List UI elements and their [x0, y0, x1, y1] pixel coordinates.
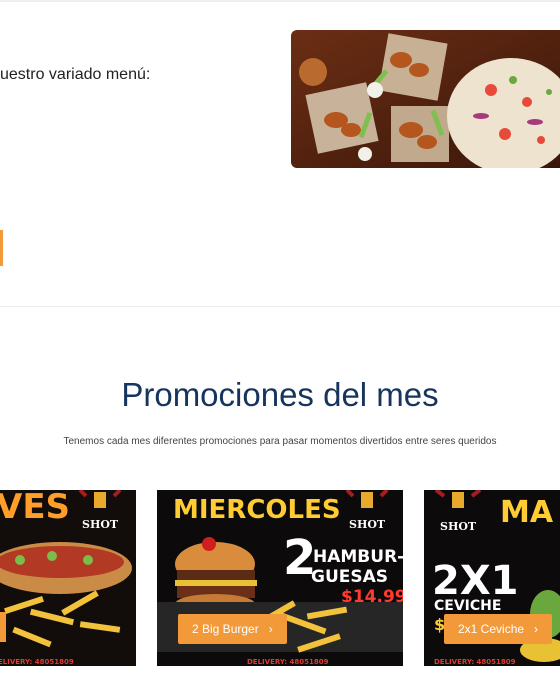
promotions-title: Promociones del mes [121, 376, 439, 413]
menu-intro-text: uestro variado menú: [0, 66, 151, 83]
promo-line-2: GUESAS [311, 567, 388, 587]
menu-food-image [291, 30, 560, 168]
brand-shot: SHOT [82, 518, 119, 531]
promotions-subtitle: Tenemos cada mes diferentes promociones … [63, 436, 497, 447]
promo-card-miercoles[interactable]: MIERCOLES SHOT 2 HAMBUR- GUESAS $14.99 D… [157, 490, 403, 666]
chevron-right-icon: › [268, 622, 273, 636]
card-delivery-footer: DELIVERY: 48051809 [247, 658, 329, 666]
promo-line-1: CEVICHE [434, 598, 501, 614]
card-delivery-footer: DELIVERY: 48051809 [434, 658, 516, 666]
promo-button-2x1-ceviche[interactable]: 2x1 Ceviche › [444, 614, 553, 644]
card-headline: MA [500, 495, 554, 530]
promo-line-1: HAMBUR- [313, 547, 403, 567]
button-label: 2x1 Ceviche [458, 622, 525, 636]
promo-card-jueves[interactable]: VES SHOT ELIVERY: 48051809 [0, 490, 136, 666]
accent-bar [0, 230, 3, 266]
card-delivery-footer: ELIVERY: 48051809 [0, 658, 74, 666]
promo-button-2-big-burger[interactable]: 2 Big Burger › [178, 614, 287, 644]
top-divider [0, 0, 560, 2]
brand-shot: SHOT [440, 520, 477, 533]
promo-card-martes[interactable]: SHOT MA 2X1 CEVICHE $ DELIVERY: 48051809… [424, 490, 560, 666]
button-label: 2 Big Burger [192, 622, 259, 636]
brand-shot: SHOT [349, 518, 386, 531]
card-headline: MIERCOLES [173, 495, 341, 525]
section-divider [0, 306, 560, 307]
chevron-right-icon: › [534, 622, 539, 636]
card-headline: VES [0, 490, 70, 527]
